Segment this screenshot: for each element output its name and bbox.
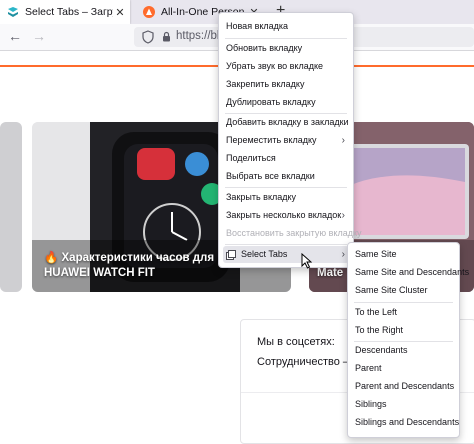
card-title-line2[interactable]: HUAWEI WATCH FIT [44,267,155,279]
article-card-left[interactable] [0,122,22,292]
menu-item-mute-tab[interactable]: Убрать звук во вкладке [223,58,349,75]
menu-item-select-all-tabs[interactable]: Выбрать все вкладки [223,168,349,185]
back-button[interactable]: ← [8,28,22,44]
submenu-item-descendants[interactable]: Descendants [352,342,455,359]
menu-item-label: Поделиться [226,153,276,163]
menu-item-share[interactable]: Поделиться [223,150,349,167]
submenu-item-siblings-and-descendants[interactable]: Siblings and Descendants [352,414,459,431]
menu-separator [354,302,453,303]
menu-item-label: Same Site [355,249,397,259]
menu-item-label: Закрыть вкладку [226,192,297,202]
submenu-item-to-the-right[interactable]: To the Right [352,322,455,339]
submenu-item-parent-and-descendants[interactable]: Parent and Descendants [352,378,455,395]
menu-item-label: Descendants [355,345,408,355]
menu-item-select-tabs[interactable]: Select Tabs › [223,246,349,263]
menu-item-label: Восстановить закрытую вкладку [226,228,362,238]
menu-item-reopen-closed-tab: Восстановить закрытую вкладку [223,225,362,242]
menu-separator [225,38,347,39]
forward-button[interactable]: → [32,28,46,44]
select-tabs-favicon-icon [8,7,18,17]
mouse-cursor-icon [301,253,312,269]
shield-icon[interactable] [142,30,154,44]
menu-item-label: Same Site Cluster [355,285,428,295]
menu-item-bookmark-tab[interactable]: Добавить вкладку в закладки [223,114,349,131]
menu-item-label: Закрепить вкладку [226,79,305,89]
menu-item-reload-tab[interactable]: Обновить вкладку [223,40,349,57]
submenu-item-siblings[interactable]: Siblings [352,396,455,413]
cooperation-label: Сотрудничество — [257,356,354,368]
menu-item-label: Siblings and Descendants [355,417,460,427]
menu-separator [225,187,347,188]
chevron-right-icon: › [341,135,345,146]
firefox-favicon-icon [143,6,155,18]
menu-item-label: Дублировать вкладку [226,97,316,107]
menu-item-move-tab[interactable]: Переместить вкладку › [223,132,349,149]
menu-item-label: Обновить вкладку [226,43,303,53]
card-title-mate[interactable]: Mate [317,267,343,279]
tab-select-tabs[interactable]: Select Tabs – Загрузите это рас ✕ [0,0,130,24]
menu-item-label: Выбрать все вкладки [226,171,315,181]
social-label: Мы в соцсетях: [257,336,335,348]
menu-item-label: Новая вкладка [226,21,289,31]
card-title-line1[interactable]: 🔥 Характеристики часов для [44,250,214,264]
menu-item-label: To the Left [355,307,398,317]
menu-item-close-multiple-tabs[interactable]: Закрыть несколько вкладок › [223,207,349,224]
menu-item-label: Same Site and Descendants [355,267,470,277]
menu-item-label: Добавить вкладку в закладки [226,117,349,127]
menu-separator [225,244,347,245]
select-tabs-submenu: Same Site Same Site and Descendants Same… [347,242,469,438]
menu-item-label: Parent [355,363,382,373]
menu-item-new-tab[interactable]: Новая вкладка [223,18,349,35]
menu-item-label: To the Right [355,325,404,335]
select-tabs-icon [226,249,236,260]
submenu-item-parent[interactable]: Parent [352,360,455,377]
submenu-item-same-site-cluster[interactable]: Same Site Cluster [352,282,455,299]
menu-item-label: Select Tabs [241,249,288,259]
menu-item-label: Убрать звук во вкладке [226,61,324,71]
chevron-right-icon: › [341,210,345,221]
menu-item-pin-tab[interactable]: Закрепить вкладку [223,76,349,93]
close-tab-icon[interactable]: ✕ [113,6,127,19]
menu-item-label: Переместить вкладку [226,135,317,145]
tab-context-menu: Новая вкладка Обновить вкладку Убрать зв… [218,12,362,268]
submenu-item-same-site[interactable]: Same Site [352,246,455,263]
menu-item-label: Siblings [355,399,387,409]
tab-title: Select Tabs – Загрузите это рас [25,6,113,18]
menu-item-label: Закрыть несколько вкладок [226,210,342,220]
submenu-item-same-site-and-descendants[interactable]: Same Site and Descendants [352,264,469,281]
submenu-item-to-the-left[interactable]: To the Left [352,304,455,321]
lock-icon[interactable] [162,31,171,42]
menu-item-label: Parent and Descendants [355,381,455,391]
menu-item-duplicate-tab[interactable]: Дублировать вкладку [223,94,349,111]
menu-item-close-tab[interactable]: Закрыть вкладку [223,189,349,206]
chevron-right-icon: › [341,249,345,260]
